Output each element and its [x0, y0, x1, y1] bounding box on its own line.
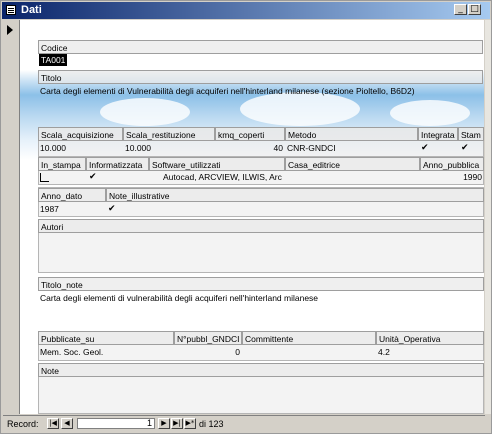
software-utilizzati-label: Software_utilizzati	[149, 157, 285, 171]
note-field[interactable]	[38, 378, 484, 391]
minimize-button[interactable]: _	[454, 4, 467, 15]
previous-record-button[interactable]: ◀	[61, 418, 73, 429]
maximize-button[interactable]: □	[468, 4, 481, 15]
record-label: Record:	[7, 419, 39, 429]
software-utilizzati-field[interactable]: Autocad, ARCVIEW, ILWIS, Arc	[149, 171, 285, 184]
npubbli-gndci-label: N°pubbl_GNDCI	[174, 331, 242, 345]
anno-pubblica-field[interactable]: 1990	[420, 171, 484, 184]
cloud-decoration	[100, 98, 190, 126]
scala-acquisizione-field[interactable]: 10.000	[38, 142, 123, 155]
vertical-scrollbar[interactable]	[485, 20, 491, 414]
informatizzata-label: Informatizzata	[86, 157, 149, 171]
unita-operativa-label: Unità_Operativa	[376, 331, 484, 345]
integrata-checkbox[interactable]: ✔	[421, 144, 430, 153]
scala-restituzione-label: Scala_restituzione	[123, 127, 215, 141]
casa-editrice-label: Casa_editrice	[285, 157, 420, 171]
scala-acquisizione-label: Scala_acquisizione	[38, 127, 123, 141]
record-count: di 123	[199, 419, 224, 429]
metodo-field[interactable]: CNR-GNDCI	[285, 142, 418, 155]
note-illustrative-checkbox[interactable]: ✔	[108, 205, 117, 214]
codice-field[interactable]: TA001	[39, 54, 68, 66]
pubblicate-su-field[interactable]: Mem. Soc. Geol.	[38, 346, 174, 359]
note-label: Note	[38, 363, 484, 377]
titolo-label: Titolo	[38, 70, 483, 84]
stam-checkbox[interactable]: ✔	[461, 144, 470, 153]
autori-field[interactable]	[38, 234, 484, 247]
new-record-button[interactable]: ▶*	[184, 418, 196, 429]
metodo-label: Metodo	[285, 127, 418, 141]
informatizzata-checkbox[interactable]: ✔	[89, 173, 98, 182]
casa-editrice-field[interactable]	[285, 171, 420, 184]
form-detail: Codice TA001 Titolo Carta degli elementi…	[20, 20, 484, 414]
titolo-field[interactable]: Carta degli elementi di Vulnerabilità de…	[38, 85, 483, 98]
record-selector[interactable]	[3, 20, 20, 414]
in-stampa-label: In_stampa	[38, 157, 86, 171]
last-record-button[interactable]: ▶|	[171, 418, 183, 429]
kmq-coperti-label: kmq_coperti	[215, 127, 285, 141]
pubblicate-su-label: Pubblicate_su	[38, 331, 174, 345]
codice-label: Codice	[38, 40, 483, 54]
record-number-input[interactable]: 1	[77, 418, 155, 429]
committente-field[interactable]	[242, 346, 376, 359]
title-bar: Dati _ □	[2, 2, 490, 19]
anno-pubblica-label: Anno_pubblica	[420, 157, 484, 171]
next-record-button[interactable]: ▶	[158, 418, 170, 429]
titolo-note-field[interactable]: Carta degli elementi di vulnerabilità de…	[38, 292, 484, 305]
window-title: Dati	[21, 4, 42, 16]
autori-label: Autori	[38, 219, 484, 233]
stam-label: Stam	[458, 127, 484, 141]
record-navigation-bar: Record: |◀ ◀ 1 ▶ ▶| ▶* di 123	[3, 415, 485, 432]
integrata-label: Integrata	[418, 127, 458, 141]
first-record-button[interactable]: |◀	[47, 418, 59, 429]
unita-operativa-field[interactable]: 4.2	[376, 346, 484, 359]
note-illustrative-label: Note_illustrative	[106, 188, 484, 202]
in-stampa-checkbox[interactable]	[40, 173, 49, 182]
committente-label: Committente	[242, 331, 376, 345]
current-record-arrow-icon	[7, 25, 13, 35]
kmq-coperti-field[interactable]: 40	[215, 142, 285, 155]
scala-restituzione-field[interactable]: 10.000	[123, 142, 215, 155]
titolo-note-label: Titolo_note	[38, 277, 484, 291]
anno-dato-label: Anno_dato	[38, 188, 106, 202]
cloud-decoration	[390, 100, 470, 126]
npubbli-gndci-field[interactable]: 0	[174, 346, 242, 359]
form-icon	[6, 5, 16, 15]
anno-dato-field[interactable]: 1987	[38, 203, 106, 216]
form-window: Dati _ □ Codice TA001 Titolo Carta degli…	[0, 0, 492, 434]
